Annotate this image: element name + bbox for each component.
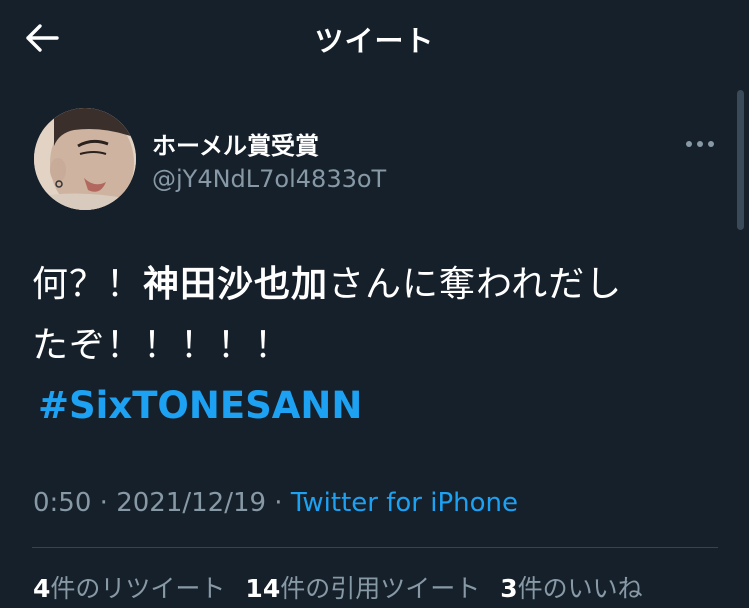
page-title: ツイート xyxy=(314,24,435,58)
retweets-count: 4 xyxy=(33,574,51,603)
divider xyxy=(32,547,718,548)
tweet-text: 何？！神田沙也加さんに奪われだし たぞ！！！！！ xyxy=(32,254,732,376)
scrollbar[interactable] xyxy=(737,90,744,230)
tweet-text-part1: 何？！ xyxy=(32,264,144,305)
more-dots-icon xyxy=(685,133,715,152)
top-bar: ツイート xyxy=(0,0,749,80)
retweets-label: 件のリツイート xyxy=(50,574,226,603)
more-options-button[interactable] xyxy=(680,128,720,156)
meta-separator: · xyxy=(91,488,117,518)
likes-label: 件のいいね xyxy=(517,574,643,603)
tweet-text-part2: さんに奪われだし xyxy=(328,264,623,305)
meta-separator: · xyxy=(266,488,291,518)
tweet-date: 2021/12/19 xyxy=(116,488,267,518)
retweets-stat[interactable]: 4件のリツイート xyxy=(33,574,225,603)
quotes-label: 件の引用ツイート xyxy=(280,574,481,603)
quotes-stat[interactable]: 14件の引用ツイート xyxy=(245,574,480,603)
tweet-text-bold: 神田沙也加 xyxy=(143,264,329,305)
quotes-count: 14 xyxy=(245,574,281,603)
author-handle[interactable]: @jY4NdL7ol4833oT xyxy=(152,165,386,193)
tweet-text-line2: たぞ！！！！！ xyxy=(32,325,292,366)
likes-stat[interactable]: 3件のいいね xyxy=(500,574,642,603)
tweet-meta: 0:50 · 2021/12/19 · Twitter for iPhone xyxy=(33,488,518,518)
hashtag-link[interactable]: #SixTONESANN xyxy=(38,384,362,427)
tweet-time: 0:50 xyxy=(33,488,92,518)
author-name[interactable]: ホーメル賞受賞 xyxy=(152,126,319,161)
tweet-stats: 4件のリツイート 14件の引用ツイート 3件のいいね xyxy=(33,569,643,605)
likes-count: 3 xyxy=(500,574,518,603)
avatar[interactable] xyxy=(34,108,136,210)
source-link[interactable]: Twitter for iPhone xyxy=(291,488,518,518)
